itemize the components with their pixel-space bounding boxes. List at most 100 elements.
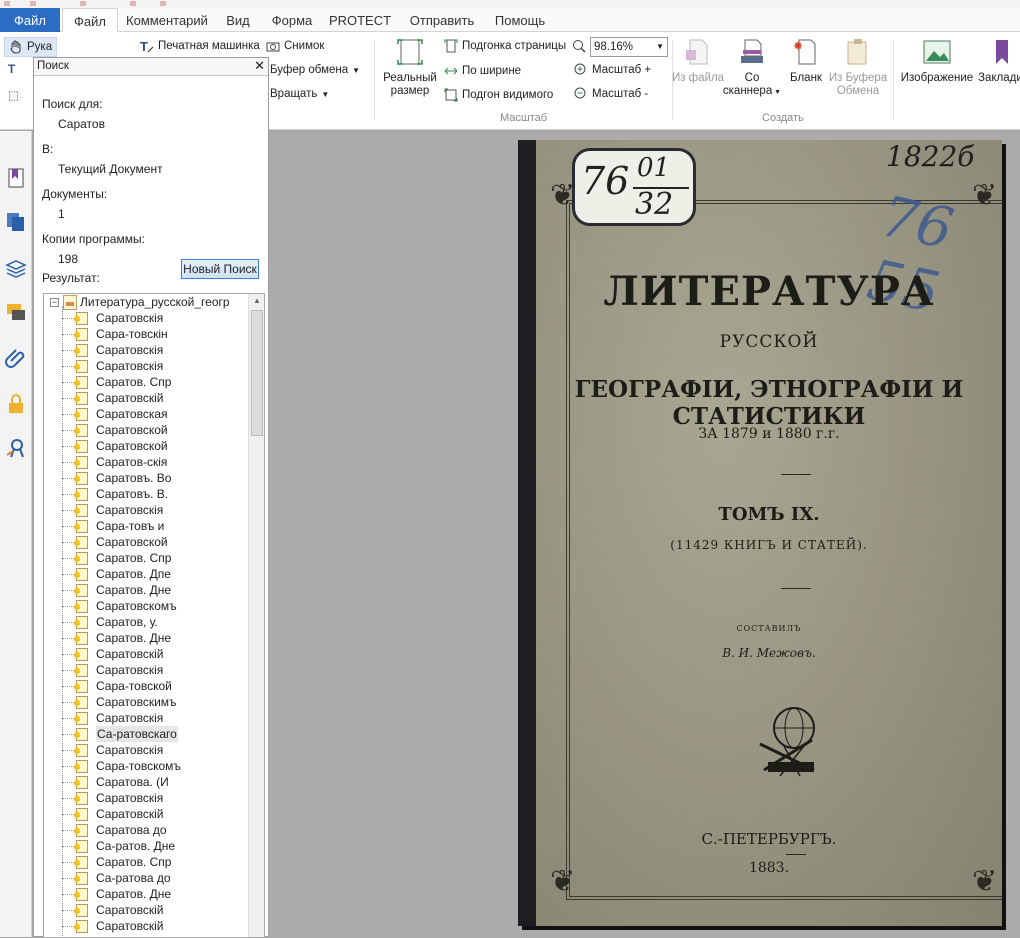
search-result-item[interactable]: Саратов. Дне — [62, 886, 171, 902]
scroll-up-icon[interactable]: ▲ — [253, 296, 261, 305]
search-result-item[interactable]: Саратовскія — [62, 358, 163, 374]
blank-button[interactable]: ✸ Бланк — [776, 38, 836, 85]
attachments-panel-icon[interactable] — [5, 347, 27, 369]
search-result-item[interactable]: Саратов-скія — [62, 454, 167, 470]
search-result-item[interactable]: Саратовскія — [62, 662, 163, 678]
search-result-item[interactable]: Саратов. Дне — [62, 582, 171, 598]
search-result-item[interactable]: Саратовскій — [62, 902, 163, 918]
tab-share[interactable]: Отправить — [398, 8, 486, 32]
select-area-icon[interactable]: ⬚ — [8, 88, 19, 102]
hand-tool-button[interactable]: Рука — [4, 37, 58, 57]
search-result-item[interactable]: Са-ратов. Дне — [62, 838, 175, 854]
zoom-in-button[interactable]: Масштаб + — [574, 63, 651, 77]
search-result-item[interactable]: Саратов. Спр — [62, 550, 171, 566]
search-result-item[interactable]: Саратовской — [62, 422, 168, 438]
search-result-item[interactable]: Саратовскимъ — [62, 694, 177, 710]
signature-panel-icon[interactable] — [5, 437, 27, 459]
search-result-item[interactable]: Саратов, у. — [62, 614, 158, 630]
search-result-item[interactable]: Саратовскій — [62, 806, 163, 822]
bookmarks-panel-icon[interactable] — [5, 167, 27, 189]
zoom-out-label: Масштаб - — [592, 88, 649, 100]
search-results-tree[interactable]: − Литература_русской_геогр Саратовскія Сар… — [43, 293, 265, 938]
rotate-dropdown[interactable]: Вращать ▼ — [270, 88, 329, 100]
actual-size-button[interactable]: Реальный размер — [380, 38, 440, 98]
search-result-item[interactable]: Саратовскій — [62, 918, 163, 934]
clipboard-dropdown[interactable]: Буфер обмена ▼ — [270, 64, 360, 76]
search-result-item[interactable]: Саратовскія — [62, 310, 163, 326]
search-term: Саратов — [58, 117, 105, 131]
search-result-item[interactable]: Саратовскія — [62, 742, 163, 758]
search-result-item[interactable]: Саратовскія — [62, 790, 163, 806]
select-text-icon[interactable]: T — [8, 64, 15, 76]
search-result-item[interactable]: Саратовскій — [62, 646, 163, 662]
search-result-item[interactable]: Сара-товскін — [62, 326, 168, 342]
bookmark-button[interactable]: Заклади — [978, 38, 1020, 85]
results-scrollbar[interactable]: ▲ — [248, 294, 264, 937]
document-page[interactable]: ❦ ❦ ❦ ❦ 76 01 32 1822б 76 55 ЛИТЕРАТУРА … — [518, 140, 1002, 926]
search-result-item[interactable]: Сара-товъ и — [62, 518, 164, 534]
search-result-item[interactable]: Саратова до — [62, 822, 167, 838]
blank-label: Бланк — [790, 72, 822, 84]
search-result-item[interactable]: Саратова. (И — [62, 774, 169, 790]
search-scope-value: Текущий Документ — [58, 162, 163, 176]
search-hit-icon — [74, 919, 88, 933]
book-volume: ТОМЪ IX. — [718, 504, 820, 525]
search-result-item[interactable]: Сара-товскомъ — [62, 758, 181, 774]
search-result-item[interactable]: Саратовской — [62, 438, 168, 454]
search-hit-icon — [74, 823, 88, 837]
collapse-icon[interactable]: − — [50, 298, 59, 308]
fit-visible-button[interactable]: Подгон видимого — [444, 88, 553, 102]
typewriter-button[interactable]: T Печатная машинка — [140, 39, 260, 54]
zoom-out-button[interactable]: Масштаб - — [574, 87, 648, 101]
search-result-item[interactable]: Саратовскій — [62, 390, 163, 406]
root-file-name: Литература_русской_геогр — [80, 295, 230, 309]
book-subtitle-line1: РУССКОЙ — [719, 332, 819, 352]
tab-form[interactable]: Форма — [262, 8, 322, 32]
fit-width-button[interactable]: По ширине — [444, 64, 521, 78]
from-clipboard-button[interactable]: Из Буфера Обмена — [828, 38, 888, 98]
results-root-file[interactable]: − Литература_русской_геогр — [44, 294, 230, 311]
search-result-item[interactable]: Саратовскомъ — [62, 598, 177, 614]
search-result-item[interactable]: Са-ратова до — [62, 870, 171, 886]
new-search-button[interactable]: Новый Поиск — [181, 259, 259, 279]
search-result-text: Саратовскія — [96, 343, 164, 357]
pages-panel-icon[interactable] — [5, 211, 27, 233]
search-result-item[interactable]: Саратовскія — [62, 710, 163, 726]
tab-view[interactable]: Вид — [216, 8, 260, 32]
tab-protect[interactable]: PROTECT — [324, 8, 396, 32]
globe-emblem-icon — [759, 707, 815, 777]
search-result-item[interactable]: Саратов. Дне — [62, 630, 171, 646]
search-result-item[interactable]: Са-ратовскаго — [62, 726, 178, 742]
search-hit-icon — [74, 887, 88, 901]
search-result-item[interactable]: Саратов. Дпе — [62, 566, 171, 582]
lock-icon[interactable] — [5, 393, 27, 415]
image-button[interactable]: Изображение — [900, 38, 974, 85]
search-result-item[interactable]: Саратов. Спр — [62, 854, 171, 870]
search-hit-icon — [74, 391, 88, 405]
search-result-item[interactable]: Саратов. Спр — [62, 374, 171, 390]
search-result-item[interactable]: Саратовскія — [62, 342, 163, 358]
tab-help[interactable]: Помощь — [488, 8, 552, 32]
search-result-item[interactable]: Саратовскія — [62, 502, 163, 518]
search-result-item[interactable]: Саратовская — [62, 406, 168, 422]
search-result-item[interactable]: Саратовъ. Во — [62, 470, 171, 486]
fit-page-button[interactable]: Подгонка страницы — [444, 39, 566, 53]
from-file-button[interactable]: Из файла — [668, 38, 728, 85]
book-author: В. И. Межовъ. — [722, 646, 816, 660]
search-result-item[interactable]: Саратовской — [62, 534, 168, 550]
tab-file[interactable]: Файл — [62, 8, 118, 33]
scrollbar-thumb[interactable] — [251, 310, 263, 436]
layers-panel-icon[interactable] — [5, 257, 27, 279]
from-scanner-button[interactable]: Со сканнера ▼ — [722, 38, 782, 99]
snapshot-button[interactable]: Снимок — [266, 39, 324, 53]
search-result-text: Саратов. Дне — [96, 631, 172, 645]
tab-comment[interactable]: Комментарий — [120, 8, 214, 32]
search-result-item[interactable]: Сара-товской — [62, 678, 172, 694]
close-icon[interactable]: ✕ — [254, 57, 265, 74]
search-hit-icon — [74, 519, 88, 533]
tab-file-backstage[interactable]: Файл — [0, 8, 60, 32]
search-result-text: Са-ратов. Дне — [96, 839, 176, 853]
search-result-item[interactable]: Саратовъ. В. — [62, 486, 168, 502]
comments-panel-icon[interactable] — [5, 301, 27, 323]
zoom-level-select[interactable]: 98.16% ▼ — [590, 37, 668, 57]
